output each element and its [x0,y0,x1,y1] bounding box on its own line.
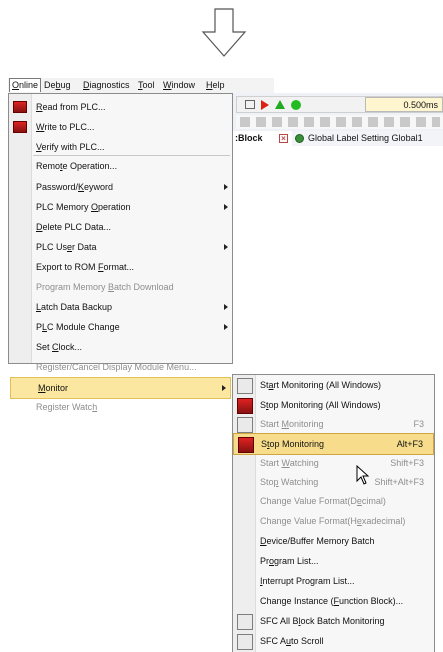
menu-debug[interactable]: Debug [42,79,73,92]
submenu-arrow-icon [222,385,226,391]
play-icon[interactable] [261,100,269,110]
online-menu-item-register-cancel-display-module-menu: Register/Cancel Display Module Menu... [36,362,197,372]
monitor-menu-item-change-instance-function-block[interactable]: Change Instance (Function Block)... [233,591,434,611]
stop-monitor-icon [238,437,254,453]
online-menu-item-verify-with-plc[interactable]: Verify with PLC... [9,137,232,157]
online-menu-item-program-memory-batch-download: Program Memory Batch Download [36,282,174,292]
online-menu-item-monitor[interactable]: Monitor [10,377,231,399]
down-arrow-icon [201,8,247,57]
menu-tool[interactable]: Tool [136,79,157,92]
monitor-menu-item-sfc-all-block-batch-monitoring[interactable]: SFC All Block Batch Monitoring [233,611,434,631]
shortcut-label: F3 [413,419,424,429]
sfc-batch-icon [237,614,253,630]
online-menu-item-read-from-plc[interactable]: Read from PLC... [9,97,232,117]
online-menu-item-remote-operation[interactable]: Remote Operation... [9,156,232,176]
read-plc-icon [13,101,27,113]
alert-icon[interactable] [291,100,301,110]
close-icon[interactable]: × [279,134,288,143]
monitor-menu-item-program-list[interactable]: Program List... [233,551,434,571]
monitor-menu-item-stop-monitoring-all-windows[interactable]: Stop Monitoring (All Windows) [233,395,434,415]
menu-help[interactable]: Help [204,79,227,92]
grid-icon[interactable] [245,100,255,109]
online-menu: Read from PLC... Write to PLC... Verify wi… [8,93,233,412]
scan-time-display: 0.500ms [365,97,443,112]
online-menu-item-delete-plc-data[interactable]: Delete PLC Data... [9,217,232,237]
online-menu-item-plc-user-data[interactable]: PLC User Data [9,237,232,257]
menu-online[interactable]: Online [9,78,42,92]
monitor-menu-item-start-monitoring: Start Monitoring F3 [233,414,434,434]
warning-icon[interactable] [275,100,285,109]
submenu-arrow-icon [224,184,228,190]
shortcut-label: Shift+F3 [390,458,424,468]
online-menu-item-export-to-rom-format[interactable]: Export to ROM Format... [9,257,232,277]
menu-diagnostics[interactable]: Diagnostics [81,79,132,92]
monitor-menu-item-start-monitoring-all-windows[interactable]: Start Monitoring (All Windows) [233,375,434,395]
monitor-menu-item-change-value-format-hexadecimal: Change Value Format(Hexadecimal) [260,516,406,526]
online-menu-item-plc-memory-operation[interactable]: PLC Memory Operation [9,197,232,217]
secondary-toolbar [236,115,443,129]
stop-all-monitor-icon [237,398,253,414]
submenu-arrow-icon [224,304,228,310]
tab-block[interactable]: :Block × [232,131,293,146]
editor-tabs: :Block × Global Label Setting Global1 [232,131,443,146]
monitor-menu-item-interrupt-program-list[interactable]: Interrupt Program List... [233,571,434,591]
online-menu-item-latch-data-backup[interactable]: Latch Data Backup [9,297,232,317]
menu-bar: Online Debug Diagnostics Tool Window Help [8,78,274,93]
monitor-menu-item-start-watching: Start Watching Shift+F3 [233,453,434,473]
mouse-pointer-icon [356,465,370,485]
tab-global-label[interactable]: Global Label Setting Global1 [292,131,443,146]
online-menu-item-register-watch: Register Watch [36,402,98,412]
online-menu-item-set-clock[interactable]: Set Clock... [9,337,232,357]
ladder-toolbar-icons[interactable] [240,117,440,127]
monitor-menu-item-sfc-auto-scroll[interactable]: SFC Auto Scroll [233,631,434,651]
online-menu-item-write-to-plc[interactable]: Write to PLC... [9,117,232,137]
submenu-arrow-icon [224,244,228,250]
shortcut-label: Alt+F3 [396,439,423,449]
monitor-menu-item-stop-monitoring[interactable]: Stop Monitoring Alt+F3 [233,433,434,455]
online-menu-item-plc-module-change[interactable]: PLC Module Change [9,317,232,337]
submenu-arrow-icon [224,204,228,210]
monitor-menu-item-device-buffer-memory-batch[interactable]: Device/Buffer Memory Batch [233,531,434,551]
globe-icon [295,134,304,143]
write-plc-icon [13,121,27,133]
sfc-scroll-icon [237,634,253,650]
submenu-arrow-icon [224,324,228,330]
online-menu-item-password-keyword[interactable]: Password/Keyword [9,177,232,197]
start-all-monitor-icon [237,378,253,394]
monitor-menu-item-change-value-format-decimal: Change Value Format(Decimal) [260,496,386,506]
menu-separator [33,155,230,156]
monitor-submenu: Start Monitoring (All Windows) Stop Monit… [232,374,435,652]
shortcut-label: Shift+Alt+F3 [374,477,424,487]
monitor-menu-item-stop-watching: Stop Watching Shift+Alt+F3 [233,472,434,492]
menu-window[interactable]: Window [161,79,197,92]
start-monitor-icon [237,417,253,433]
